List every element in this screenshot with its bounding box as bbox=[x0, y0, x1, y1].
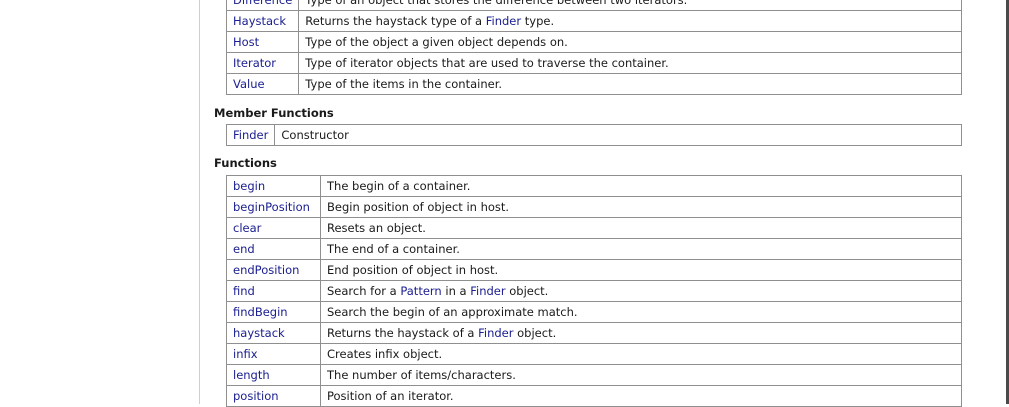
table-row: Difference Type of an object that stores… bbox=[225, 0, 962, 11]
function-description: Search the begin of an approximate match… bbox=[320, 301, 962, 323]
description-text: object. bbox=[513, 326, 557, 340]
type-link-difference[interactable]: Difference bbox=[225, 0, 300, 11]
table-row: infix Creates infix object. bbox=[226, 343, 962, 365]
description-text: type. bbox=[521, 14, 555, 28]
function-link-end[interactable]: end bbox=[226, 238, 321, 260]
table-row: Iterator Type of iterator objects that a… bbox=[225, 52, 962, 74]
table-row: haystack Returns the haystack of a Finde… bbox=[226, 322, 962, 344]
type-link-iterator[interactable]: Iterator bbox=[225, 52, 300, 74]
type-description: Type of an object that stores the differ… bbox=[298, 0, 962, 11]
function-description: End position of object in host. bbox=[320, 259, 962, 281]
function-description: Position of an iterator. bbox=[320, 385, 962, 407]
member-functions-heading: Member Functions bbox=[214, 106, 334, 120]
function-link-beginposition[interactable]: beginPosition bbox=[226, 196, 321, 218]
description-text: Search for a bbox=[327, 284, 401, 298]
function-description: Begin position of object in host. bbox=[320, 196, 962, 218]
member-functions-table: Finder Constructor bbox=[225, 124, 962, 146]
function-link-endposition[interactable]: endPosition bbox=[226, 259, 321, 281]
table-row: findBegin Search the begin of an approxi… bbox=[226, 301, 962, 323]
function-description: The end of a container. bbox=[320, 238, 962, 260]
function-link-begin[interactable]: begin bbox=[226, 175, 321, 197]
table-row: begin The begin of a container. bbox=[226, 175, 962, 197]
function-link-length[interactable]: length bbox=[226, 364, 321, 386]
function-description: Creates infix object. bbox=[320, 343, 962, 365]
table-row: beginPosition Begin position of object i… bbox=[226, 196, 962, 218]
table-row: clear Resets an object. bbox=[226, 217, 962, 239]
table-row: find Search for a Pattern in a Finder ob… bbox=[226, 280, 962, 302]
content-left-border bbox=[199, 0, 200, 404]
types-table: Difference Type of an object that stores… bbox=[225, 0, 962, 95]
table-row: Finder Constructor bbox=[225, 124, 962, 146]
table-row: Value Type of the items in the container… bbox=[225, 73, 962, 95]
member-link-finder[interactable]: Finder bbox=[225, 124, 276, 146]
table-row: end The end of a container. bbox=[226, 238, 962, 260]
table-row: position Position of an iterator. bbox=[226, 385, 962, 407]
finder-link[interactable]: Finder bbox=[470, 284, 505, 298]
type-link-value[interactable]: Value bbox=[225, 73, 300, 95]
function-link-haystack[interactable]: haystack bbox=[226, 322, 321, 344]
function-link-findbegin[interactable]: findBegin bbox=[226, 301, 321, 323]
table-row: endPosition End position of object in ho… bbox=[226, 259, 962, 281]
description-text: Returns the haystack of a bbox=[327, 326, 479, 340]
description-text: in a bbox=[441, 284, 471, 298]
member-description: Constructor bbox=[274, 124, 962, 146]
function-description: Returns the haystack of a Finder object. bbox=[320, 322, 962, 344]
type-description: Returns the haystack type of a Finder ty… bbox=[298, 10, 962, 32]
table-row: Host Type of the object a given object d… bbox=[225, 31, 962, 53]
type-description: Type of iterator objects that are used t… bbox=[298, 52, 962, 74]
type-link-haystack[interactable]: Haystack bbox=[225, 10, 300, 32]
type-description: Type of the items in the container. bbox=[298, 73, 962, 95]
function-link-infix[interactable]: infix bbox=[226, 343, 321, 365]
pattern-link[interactable]: Pattern bbox=[400, 284, 441, 298]
description-text: object. bbox=[505, 284, 549, 298]
finder-link[interactable]: Finder bbox=[486, 14, 521, 28]
function-description: The number of items/characters. bbox=[320, 364, 962, 386]
function-description: Search for a Pattern in a Finder object. bbox=[320, 280, 962, 302]
table-row: length The number of items/characters. bbox=[226, 364, 962, 386]
function-description: The begin of a container. bbox=[320, 175, 962, 197]
function-link-position[interactable]: position bbox=[226, 385, 321, 407]
type-description: Type of the object a given object depend… bbox=[298, 31, 962, 53]
type-link-host[interactable]: Host bbox=[225, 31, 300, 53]
functions-heading: Functions bbox=[214, 156, 277, 170]
functions-table: begin The begin of a container. beginPos… bbox=[226, 175, 962, 407]
table-row: Haystack Returns the haystack type of a … bbox=[225, 10, 962, 32]
function-description: Resets an object. bbox=[320, 217, 962, 239]
description-text: Returns the haystack type of a bbox=[305, 14, 486, 28]
finder-link[interactable]: Finder bbox=[478, 326, 513, 340]
function-link-find[interactable]: find bbox=[226, 280, 321, 302]
function-link-clear[interactable]: clear bbox=[226, 217, 321, 239]
